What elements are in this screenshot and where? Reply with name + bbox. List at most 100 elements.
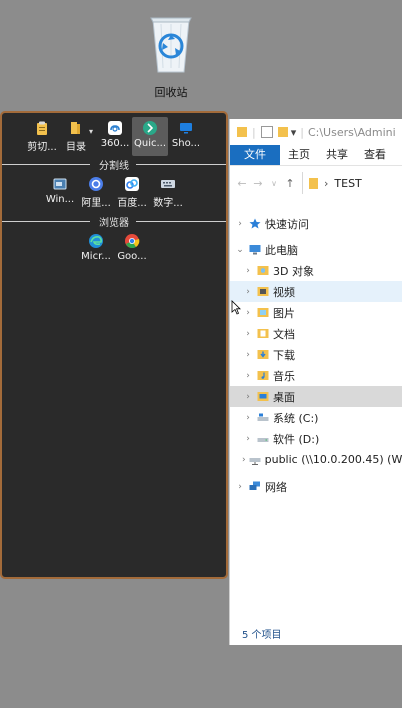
- chevron-right-icon[interactable]: ›: [242, 329, 254, 339]
- launcher-item-label: 360...: [100, 138, 130, 149]
- file-explorer-window: | ▾ | C:\Users\Admini 文件 主页 共享 查看 ← → ∨ …: [229, 119, 402, 645]
- navigation-pane: › 快速访问 ⌄ 此电脑 › 3D 对象 › 视频 › 图片 › 文档 › 下载…: [230, 213, 402, 497]
- documents-icon: [257, 329, 269, 338]
- address-bar-row: ← → ∨ ↑ › TEST: [230, 166, 402, 200]
- tree-item-pictures[interactable]: › 图片: [230, 302, 402, 323]
- launcher-item-label: 剪切...: [27, 142, 57, 153]
- launcher-item-win[interactable]: Win...: [42, 176, 78, 205]
- window-app-icon: [52, 176, 68, 192]
- chevron-right-icon[interactable]: ›: [242, 308, 254, 318]
- music-icon: [257, 371, 269, 380]
- network-drive-icon: [249, 458, 261, 465]
- tree-item-network[interactable]: › 网络: [230, 476, 402, 497]
- chevron-right-icon[interactable]: ›: [242, 455, 246, 465]
- tree-item-label: 图片: [273, 306, 295, 320]
- tree-item-network-drive[interactable]: › public (\\10.0.200.45) (W:): [230, 449, 402, 470]
- chevron-right-icon[interactable]: ›: [234, 219, 246, 229]
- mouse-cursor-icon: [231, 300, 241, 315]
- computer-icon: [249, 245, 261, 255]
- new-folder-icon[interactable]: [277, 127, 288, 137]
- quicker-icon: [142, 120, 158, 136]
- forward-arrow-icon[interactable]: →: [250, 177, 266, 190]
- up-arrow-icon[interactable]: ↑: [282, 177, 298, 190]
- tree-item-label: 系统 (C:): [273, 411, 319, 425]
- launcher-item-directory[interactable]: 目录: [58, 120, 94, 153]
- tree-item-downloads[interactable]: › 下载: [230, 344, 402, 365]
- tree-item-3d-objects[interactable]: › 3D 对象: [230, 260, 402, 281]
- chevron-right-icon[interactable]: ›: [242, 350, 254, 360]
- chevron-right-icon[interactable]: ›: [242, 413, 254, 423]
- system-drive-icon: [257, 413, 269, 421]
- launcher-item-aliyun[interactable]: 阿里...: [78, 176, 114, 209]
- launcher-item-360[interactable]: 360...: [97, 120, 133, 149]
- ribbon-tabs: 文件 主页 共享 查看: [230, 145, 402, 166]
- tree-item-music[interactable]: › 音乐: [230, 365, 402, 386]
- chevron-right-icon[interactable]: ›: [242, 392, 254, 402]
- back-arrow-icon[interactable]: ←: [234, 177, 250, 190]
- tree-item-quick-access[interactable]: › 快速访问: [230, 213, 402, 234]
- recycle-bin-icon: [147, 12, 195, 74]
- launcher-item-label: Micr...: [81, 251, 111, 262]
- chevron-down-icon[interactable]: ▾: [89, 127, 93, 136]
- desktop: 回收站 剪切... 目录 ▾ 360... Quic... Sho... 分割线…: [0, 0, 402, 708]
- digital-keyboard-icon: [160, 176, 176, 192]
- chrome-icon: [124, 233, 140, 249]
- chevron-right-icon[interactable]: ›: [234, 482, 246, 492]
- recent-dropdown-icon[interactable]: ∨: [266, 179, 282, 188]
- explorer-titlebar: | ▾ | C:\Users\Admini: [230, 119, 402, 145]
- launcher-item-edge[interactable]: Micr...: [78, 233, 114, 262]
- status-item-count: 5 个项目: [242, 630, 282, 641]
- tree-item-system-drive[interactable]: › 系统 (C:): [230, 407, 402, 428]
- chevron-right-icon[interactable]: ›: [242, 434, 254, 444]
- tab-view[interactable]: 查看: [356, 145, 394, 165]
- divider-separator: 分割线: [2, 157, 226, 172]
- launcher-item-label: 百度...: [117, 198, 147, 209]
- launcher-item-clipboard[interactable]: 剪切...: [24, 120, 60, 153]
- tree-item-label: 软件 (D:): [273, 432, 320, 446]
- address-current-folder[interactable]: TEST: [334, 177, 361, 190]
- clipboard-icon: [34, 120, 50, 136]
- tree-item-label: 网络: [265, 480, 287, 494]
- chevron-right-icon[interactable]: ›: [242, 287, 254, 297]
- recycle-bin-label: 回收站: [154, 86, 188, 99]
- videos-icon: [257, 287, 269, 296]
- address-bar[interactable]: › TEST: [302, 172, 362, 194]
- baidu-netdisk-icon: [124, 176, 140, 192]
- launcher-item-label: Sho...: [171, 138, 201, 149]
- recycle-bin[interactable]: 回收站: [138, 12, 204, 100]
- desktop-show-icon: [178, 120, 194, 136]
- launcher-item-label: 阿里...: [81, 198, 111, 209]
- launcher-item-baidu[interactable]: 百度...: [114, 176, 150, 209]
- divider-browsers: 浏览器: [2, 214, 226, 229]
- tree-item-videos[interactable]: › 视频: [230, 281, 402, 302]
- qat-dropdown-icon[interactable]: ▾: [291, 126, 297, 139]
- launcher-item-label: Win...: [45, 194, 75, 205]
- tab-share[interactable]: 共享: [318, 145, 356, 165]
- launcher-item-digital[interactable]: 数字...: [150, 176, 186, 209]
- tree-item-label: public (\\10.0.200.45) (W:): [264, 453, 402, 466]
- aliyun-drive-icon: [88, 176, 104, 192]
- launcher-item-quicker[interactable]: Quic...: [132, 117, 168, 156]
- launcher-panel: 剪切... 目录 ▾ 360... Quic... Sho... 分割线 Win…: [0, 111, 228, 579]
- tree-item-this-pc[interactable]: ⌄ 此电脑: [230, 239, 402, 260]
- breadcrumb-separator-icon[interactable]: ›: [324, 177, 328, 190]
- chevron-down-icon[interactable]: ⌄: [234, 245, 246, 255]
- tab-file[interactable]: 文件: [230, 145, 280, 165]
- desktop-folder-icon: [257, 392, 269, 401]
- chevron-right-icon[interactable]: ›: [242, 266, 254, 276]
- tree-item-software-drive[interactable]: › 软件 (D:): [230, 428, 402, 449]
- tab-home[interactable]: 主页: [280, 145, 318, 165]
- launcher-item-show-desktop[interactable]: Sho...: [168, 120, 204, 149]
- window-title-path: C:\Users\Admini: [307, 125, 396, 139]
- launcher-item-label: Goo...: [117, 251, 147, 262]
- tree-item-label: 桌面: [273, 390, 295, 404]
- pictures-icon: [257, 308, 269, 317]
- launcher-item-chrome[interactable]: Goo...: [114, 233, 150, 262]
- star-icon: [249, 218, 261, 229]
- launcher-item-label: 数字...: [153, 198, 183, 209]
- tree-item-label: 快速访问: [265, 217, 309, 231]
- chevron-right-icon[interactable]: ›: [242, 371, 254, 381]
- tree-item-desktop[interactable]: › 桌面: [230, 386, 402, 407]
- tree-item-documents[interactable]: › 文档: [230, 323, 402, 344]
- properties-icon[interactable]: [260, 126, 273, 138]
